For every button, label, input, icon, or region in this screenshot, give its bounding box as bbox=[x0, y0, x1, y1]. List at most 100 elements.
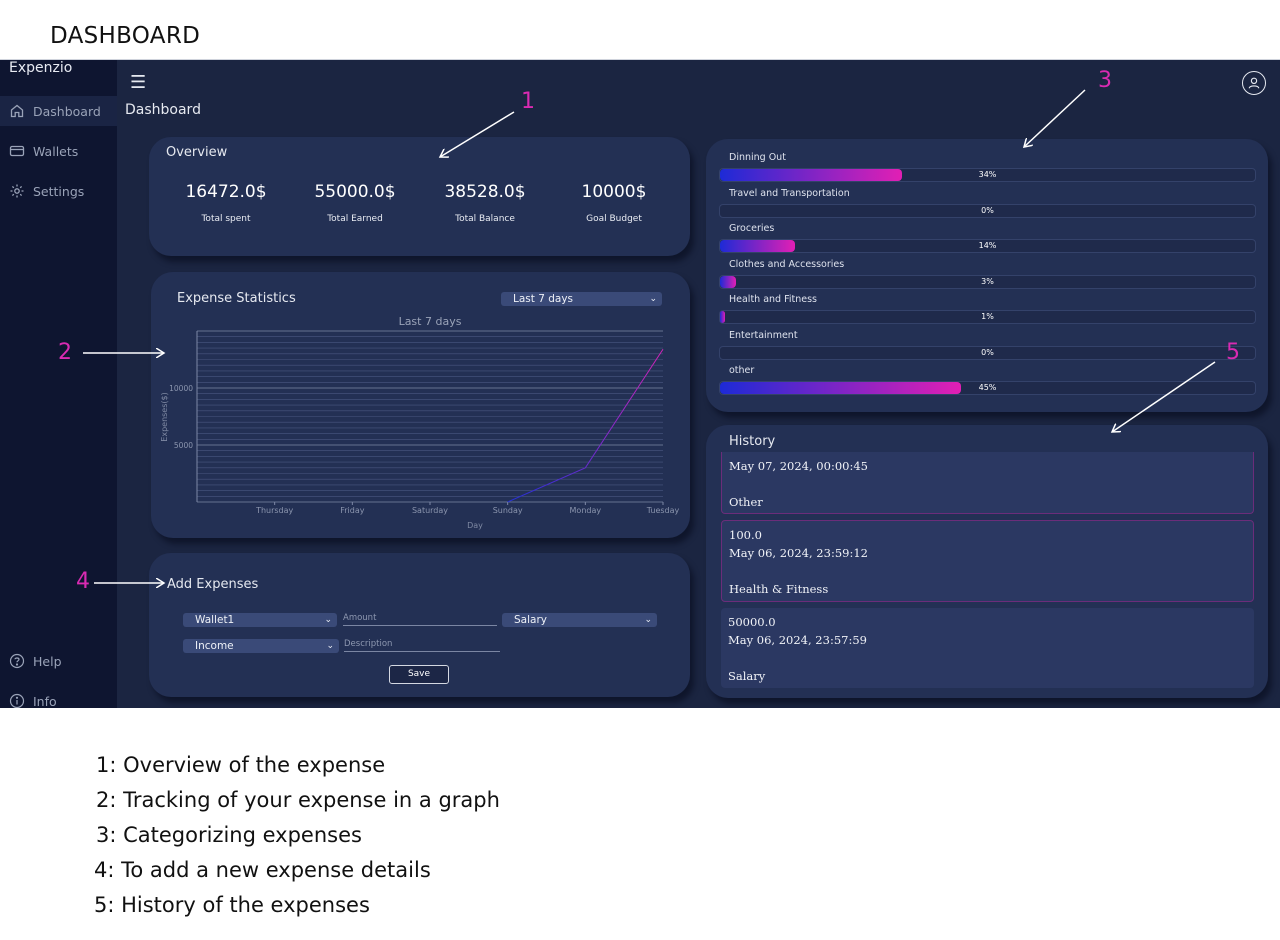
stat-label: Goal Budget bbox=[586, 214, 642, 224]
chevron-down-icon: ⌄ bbox=[324, 615, 332, 625]
sidebar-item-label: Settings bbox=[33, 183, 85, 199]
expense-statistics-card: Expense Statistics Last 7 days ⌄ Last 7 … bbox=[151, 272, 690, 538]
sidebar-item-settings[interactable]: Settings bbox=[9, 183, 84, 199]
category-progress-bar: 45% bbox=[719, 381, 1256, 395]
annotation-number: 2 bbox=[58, 340, 72, 365]
y-axis-label: Expenses($) bbox=[160, 392, 169, 441]
category-progress-bar: 1% bbox=[719, 310, 1256, 324]
category-percent: 34% bbox=[978, 170, 997, 179]
stat-label: Total spent bbox=[201, 214, 251, 224]
add-expenses-title: Add Expenses bbox=[167, 577, 259, 592]
sidebar-item-label: Dashboard bbox=[33, 103, 101, 119]
history-item[interactable]: 50000.0 May 06, 2024, 23:57:59 Salary bbox=[721, 608, 1254, 688]
legend-item: 2: Tracking of your expense in a graph bbox=[96, 788, 500, 812]
overview-title: Overview bbox=[166, 145, 228, 160]
stat-value: 10000$ bbox=[581, 182, 647, 202]
breadcrumb: Dashboard bbox=[125, 102, 201, 118]
sidebar-item-help[interactable]: Help bbox=[9, 653, 62, 669]
category-progress-bar: 3% bbox=[719, 274, 1256, 289]
stat-goal-budget: 10000$ Goal Budget bbox=[554, 182, 674, 224]
legend-item: 4: To add a new expense details bbox=[94, 858, 431, 882]
stat-value: 55000.0$ bbox=[314, 182, 396, 202]
stat-value: 38528.0$ bbox=[444, 182, 526, 202]
category-label: Groceries bbox=[729, 223, 775, 234]
category-select-value: Salary bbox=[514, 614, 547, 626]
history-date: May 06, 2024, 23:57:59 bbox=[728, 633, 867, 647]
type-select[interactable]: Income ⌄ bbox=[183, 639, 339, 653]
history-category: Salary bbox=[728, 669, 766, 683]
legend-item: 5: History of the expenses bbox=[94, 893, 370, 917]
gear-icon bbox=[10, 184, 24, 198]
history-title: History bbox=[729, 434, 776, 449]
wallet-icon bbox=[9, 145, 25, 157]
stat-value: 16472.0$ bbox=[185, 182, 267, 202]
sidebar-item-wallets[interactable]: Wallets bbox=[9, 143, 78, 159]
category-label: Clothes and Accessories bbox=[729, 258, 845, 270]
sidebar-item-dashboard[interactable]: Dashboard bbox=[9, 103, 101, 119]
app-window: Expenzio Dashboard Wallets Settings Help… bbox=[0, 59, 1280, 708]
user-avatar-icon[interactable] bbox=[1242, 71, 1266, 95]
x-tick-label: Thursday bbox=[255, 506, 293, 515]
category-percent: 14% bbox=[978, 241, 997, 250]
x-tick-label: Friday bbox=[340, 506, 365, 515]
document-title: DASHBOARD bbox=[50, 23, 201, 49]
x-tick-label: Monday bbox=[570, 506, 602, 515]
home-icon bbox=[10, 104, 24, 118]
annotation-number: 3 bbox=[1098, 68, 1112, 93]
wallet-select-value: Wallet1 bbox=[195, 614, 235, 626]
info-icon bbox=[9, 693, 25, 708]
annotation-number: 5 bbox=[1226, 340, 1240, 365]
wallet-select[interactable]: Wallet1 ⌄ bbox=[183, 613, 337, 627]
legend-item: 1: Overview of the expense bbox=[96, 753, 386, 777]
chevron-down-icon: ⌄ bbox=[326, 641, 334, 651]
category-label: Entertainment bbox=[729, 329, 798, 341]
history-item[interactable]: 100.0 May 06, 2024, 23:59:12 Health & Fi… bbox=[721, 520, 1254, 602]
help-icon bbox=[9, 653, 25, 669]
x-tick-label: Sunday bbox=[493, 506, 523, 515]
user-icon bbox=[1248, 77, 1260, 89]
category-progress-bar: 0% bbox=[719, 203, 1256, 218]
category-progress-bar: 0% bbox=[719, 345, 1256, 360]
save-button[interactable]: Save bbox=[389, 665, 449, 684]
stat-label: Total Balance bbox=[455, 214, 515, 224]
category-percent: 3% bbox=[981, 276, 994, 286]
overview-card: Overview 16472.0$ Total spent 55000.0$ T… bbox=[149, 137, 690, 256]
expense-line-chart: Last 7 days 5000 10000 Thursday Friday Satur… bbox=[160, 315, 680, 530]
sidebar-item-label: Info bbox=[33, 693, 57, 709]
x-tick-label: Saturday bbox=[412, 506, 448, 515]
history-category: Health & Fitness bbox=[729, 582, 829, 596]
category-label: other bbox=[729, 365, 755, 376]
category-percent: 45% bbox=[978, 383, 997, 392]
category-label: Dinning Out bbox=[729, 152, 786, 163]
sidebar-item-label: Help bbox=[33, 653, 62, 669]
type-select-value: Income bbox=[195, 640, 234, 652]
category-progress-bar: 34% bbox=[719, 168, 1256, 182]
category-select[interactable]: Salary ⌄ bbox=[502, 613, 657, 627]
history-card: History May 07, 2024, 00:00:45 Other 100… bbox=[706, 425, 1268, 698]
categories-card: Dinning Out 34% Travel and Transportation 0… bbox=[706, 139, 1268, 412]
menu-icon[interactable]: ☰ bbox=[130, 72, 146, 93]
category-label: Travel and Transportation bbox=[729, 187, 850, 199]
history-item[interactable]: May 07, 2024, 00:00:45 Other bbox=[721, 452, 1254, 514]
description-input[interactable]: Description bbox=[344, 639, 500, 652]
amount-input[interactable]: Amount bbox=[343, 613, 497, 626]
sidebar-item-label: Wallets bbox=[33, 143, 79, 159]
annotation-number: 1 bbox=[521, 89, 535, 114]
legend-item: 3: Categorizing expenses bbox=[96, 823, 362, 847]
history-amount: 50000.0 bbox=[728, 615, 776, 629]
category-label: Health and Fitness bbox=[729, 294, 818, 305]
stat-total-balance: 38528.0$ Total Balance bbox=[425, 182, 545, 224]
history-date: May 07, 2024, 00:00:45 bbox=[729, 459, 868, 473]
category-percent: 1% bbox=[981, 312, 994, 321]
y-tick-label: 10000 bbox=[169, 384, 193, 393]
y-tick-label: 5000 bbox=[174, 441, 193, 450]
stat-total-earned: 55000.0$ Total Earned bbox=[295, 182, 415, 224]
history-date: May 06, 2024, 23:59:12 bbox=[729, 546, 868, 560]
sidebar-item-info[interactable]: Info bbox=[9, 693, 57, 708]
annotation-number: 4 bbox=[76, 569, 90, 594]
stat-total-spent: 16472.0$ Total spent bbox=[166, 182, 286, 224]
sidebar: Expenzio Dashboard Wallets Settings Help… bbox=[0, 60, 117, 708]
category-percent: 0% bbox=[981, 205, 994, 215]
x-axis-label: Day bbox=[467, 521, 483, 530]
add-expenses-card: Add Expenses Wallet1 ⌄ Amount Salary ⌄ I… bbox=[149, 553, 690, 697]
